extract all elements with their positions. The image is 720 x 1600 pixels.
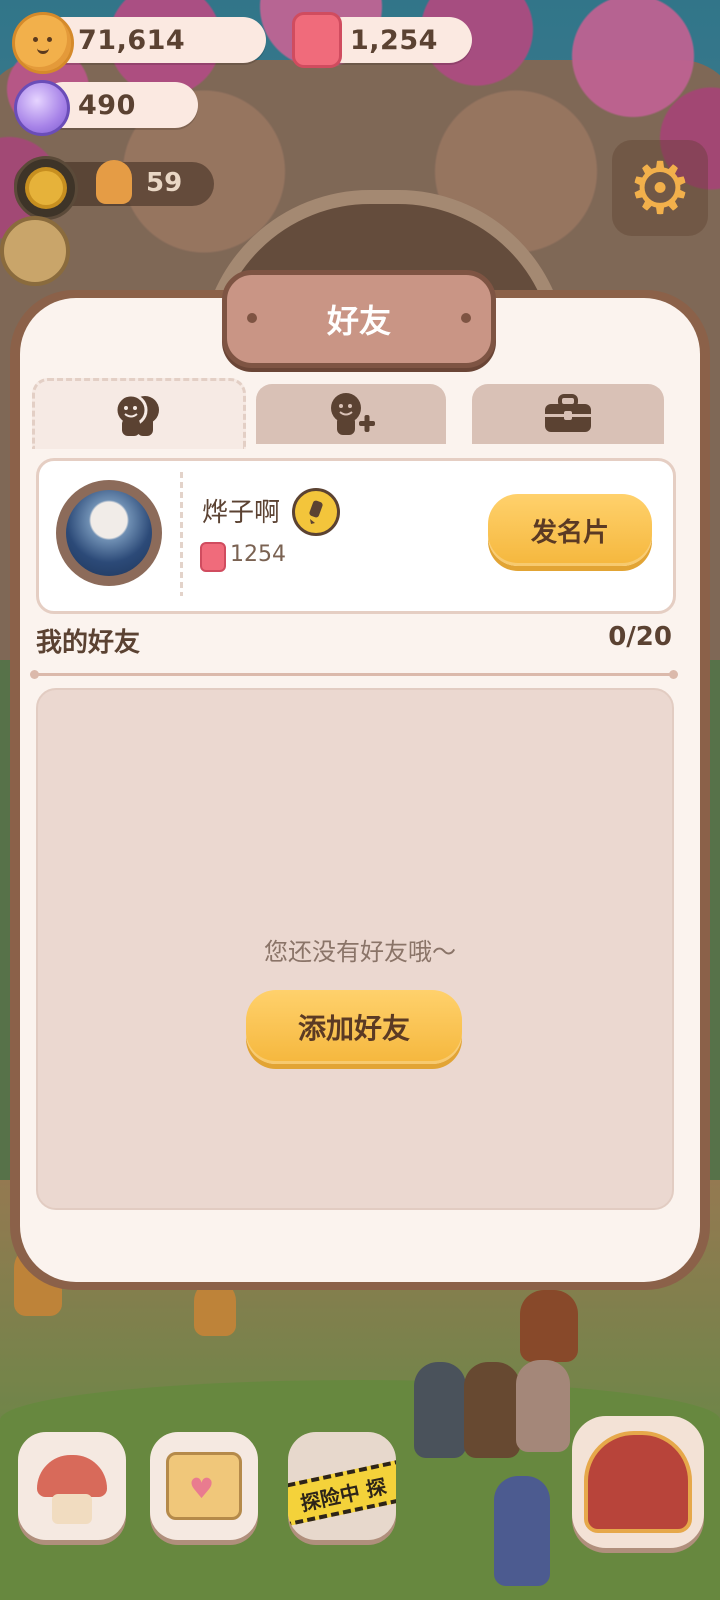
section-divider: [30, 670, 678, 679]
theater-icon: [584, 1431, 692, 1533]
mushroom-house-door: [52, 1494, 92, 1524]
send-card-button[interactable]: 发名片: [488, 494, 652, 566]
mushroom-house-icon: [37, 1455, 107, 1497]
tab-inbox[interactable]: [472, 384, 664, 444]
gear-icon[interactable]: ⚙: [612, 140, 708, 236]
adventure-button[interactable]: 探险中 探: [288, 1432, 396, 1540]
friends-icon: [114, 393, 159, 436]
avatar-image: [66, 490, 152, 576]
send-card-label: 发名片: [530, 517, 609, 548]
profile-divider: [180, 472, 183, 596]
gem-icon: [14, 80, 70, 136]
jam-icon: [292, 12, 342, 68]
add-friend-icon: [331, 393, 375, 435]
avatar[interactable]: [56, 480, 162, 586]
heart-icon: ♥: [189, 1472, 215, 1505]
badge-icon[interactable]: [292, 488, 340, 536]
adventure-tape: 探险中 探: [288, 1458, 396, 1528]
gingerbread-icon: [96, 160, 132, 204]
add-friend-label: 添加好友: [297, 1012, 410, 1045]
cookie-count: 71,614: [78, 24, 186, 56]
jam-count: 1,254: [350, 24, 438, 56]
gem-count: 490: [78, 89, 136, 121]
calendar-icon: ♥: [166, 1452, 242, 1520]
jam-icon: [200, 542, 226, 572]
modal-title: 好友: [222, 270, 496, 368]
modal-title-text: 好友: [326, 302, 391, 340]
event-calendar-button[interactable]: ♥: [150, 1432, 258, 1540]
player-name: 烨子啊: [202, 498, 281, 528]
theater-button[interactable]: [572, 1416, 704, 1548]
home-button[interactable]: [18, 1432, 126, 1540]
pencil-icon: [309, 500, 323, 524]
sun-icon: [14, 156, 78, 220]
friends-section-title: 我的好友: [36, 628, 141, 658]
tab-friends-list[interactable]: [32, 378, 246, 449]
add-friend-button[interactable]: 添加好友: [246, 990, 462, 1064]
tab-add-friend[interactable]: [256, 384, 446, 444]
friends-count: 0/20: [608, 622, 672, 652]
swirl-icon[interactable]: [0, 216, 70, 286]
level-value: 59: [146, 168, 183, 198]
player-jam-count: 1254: [230, 542, 286, 567]
briefcase-icon: [545, 394, 591, 432]
cookie-icon: [12, 12, 74, 74]
jam-counter[interactable]: 1,254: [320, 17, 472, 63]
empty-friends-message: 您还没有好友哦～: [264, 938, 456, 966]
